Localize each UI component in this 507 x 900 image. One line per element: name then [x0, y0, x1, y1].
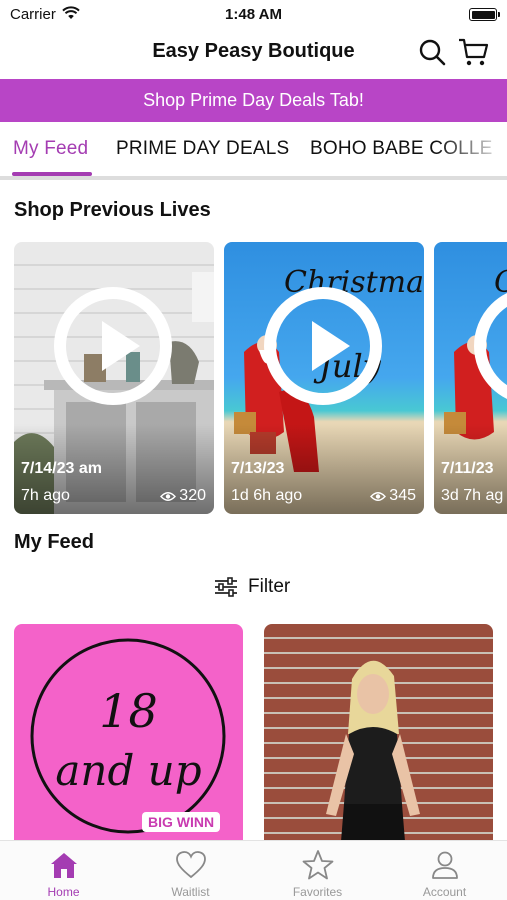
feed-title: My Feed	[14, 531, 95, 553]
eye-icon	[160, 491, 177, 501]
nav-account-label: Account	[422, 885, 467, 899]
search-icon[interactable]	[418, 38, 446, 71]
live-video-card[interactable]: 7/14/23 am 7h ago 320	[14, 242, 214, 514]
cart-icon[interactable]	[457, 37, 489, 72]
clock: 1:48 AM	[225, 6, 282, 23]
nav-favorites-label: Favorites	[292, 885, 343, 899]
sliders-icon	[215, 577, 237, 597]
nav-home-label: Home	[47, 885, 80, 899]
nav-waitlist-label: Waitlist	[171, 885, 210, 899]
previous-lives-carousel[interactable]: 7/14/23 am 7h ago 320 Christmas July 7/1…	[14, 242, 507, 514]
tab-prime-day-deals[interactable]: PRIME DAY DEALS	[116, 138, 289, 160]
live-age: 3d 7h ag	[441, 487, 504, 504]
feed-card[interactable]: 18 and up BIG WINN	[14, 624, 243, 854]
battery-icon	[469, 8, 500, 21]
status-bar: Carrier 1:48 AM	[0, 0, 507, 30]
person-icon	[432, 851, 458, 879]
view-count: 320	[179, 487, 206, 504]
active-tab-indicator	[12, 172, 92, 176]
nav-home[interactable]: Home	[0, 841, 127, 900]
tab-scroll-fade	[437, 122, 507, 176]
live-date: 7/14/23 am	[21, 460, 102, 477]
nav-favorites[interactable]: Favorites	[254, 841, 381, 900]
heart-icon	[176, 851, 206, 879]
filter-button[interactable]: Filter	[214, 576, 290, 598]
category-tabs: My Feed PRIME DAY DEALS BOHO BABE COLLE	[0, 122, 507, 180]
promo-banner[interactable]: Shop Prime Day Deals Tab!	[0, 79, 507, 122]
card-badge: BIG WINN	[142, 812, 221, 832]
live-date: 7/11/23	[441, 460, 494, 477]
nav-waitlist[interactable]: Waitlist	[127, 841, 254, 900]
card-headline-text: and up	[55, 746, 202, 795]
feed-card[interactable]	[264, 624, 493, 854]
live-age: 7h ago	[21, 487, 70, 504]
product-photo	[326, 660, 420, 854]
live-video-card[interactable]: Christmas 7/11/23 3d 7h ag	[434, 242, 507, 514]
eye-icon	[370, 491, 387, 501]
live-age: 1d 6h ago	[231, 487, 303, 504]
previous-lives-title: Shop Previous Lives	[14, 199, 211, 221]
nav-account[interactable]: Account	[381, 841, 507, 900]
play-icon[interactable]	[264, 287, 382, 405]
app-header: Easy Peasy Boutique	[0, 30, 507, 78]
view-count: 345	[389, 487, 416, 504]
live-video-card[interactable]: Christmas July 7/13/23 1d 6h ago 345	[224, 242, 424, 514]
live-date: 7/13/23	[231, 460, 285, 477]
live-views: 320	[160, 487, 206, 505]
filter-label: Filter	[248, 576, 291, 597]
tab-my-feed[interactable]: My Feed	[13, 138, 88, 160]
play-icon[interactable]	[54, 287, 172, 405]
live-views: 345	[370, 487, 416, 505]
card-headline-number: 18	[99, 684, 158, 738]
home-icon	[51, 853, 77, 878]
bottom-nav: Home Waitlist Favorites Account	[0, 840, 507, 900]
star-icon	[302, 850, 334, 880]
